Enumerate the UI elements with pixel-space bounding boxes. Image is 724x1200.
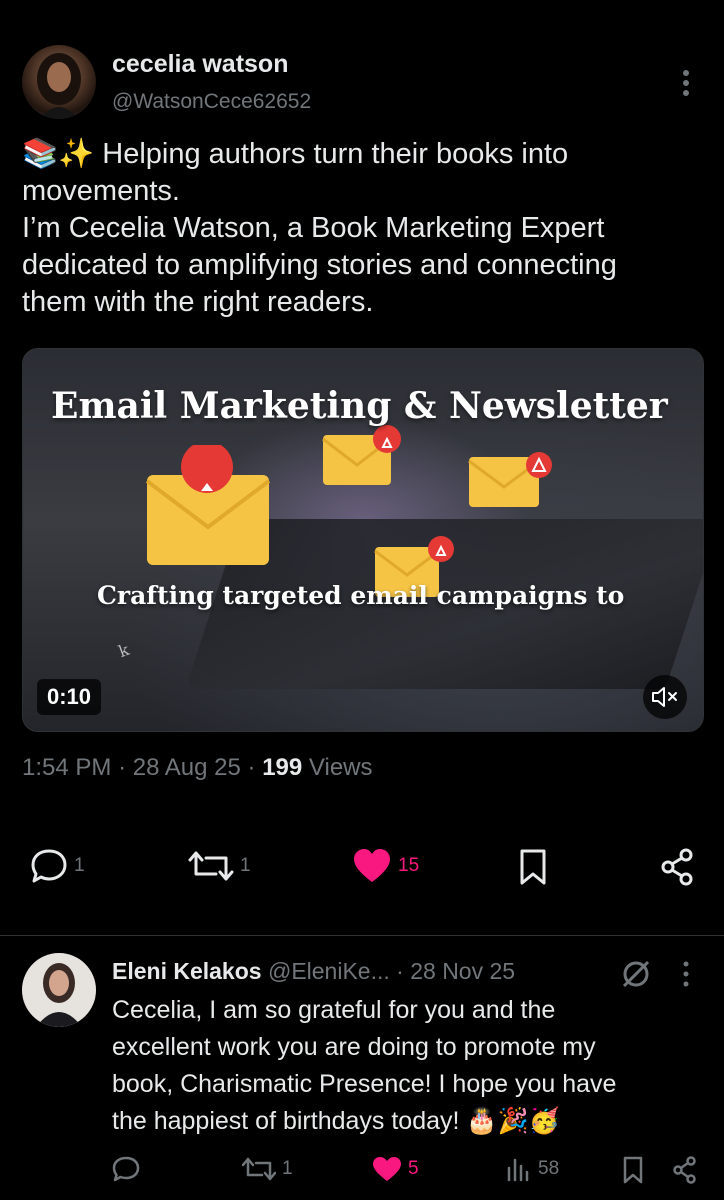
repost-icon xyxy=(242,1157,276,1181)
reply-text-line: excellent work you are doing to promote … xyxy=(112,1033,596,1061)
bookmark-icon xyxy=(623,1156,643,1184)
author-avatar[interactable] xyxy=(22,45,96,119)
reply-repost-button[interactable]: 1 xyxy=(242,1156,293,1182)
repost-icon xyxy=(188,851,234,881)
video-title: Email Marketing & Newsletter xyxy=(51,385,668,427)
repost-button[interactable]: 1 xyxy=(188,848,251,884)
post-text-line: 📚✨ Helping authors turn their books into xyxy=(22,138,569,170)
video-watermark: k xyxy=(116,639,132,662)
comment-bubble-icon xyxy=(31,849,67,883)
reply-text-line: the happiest of birthdays today! 🎂🎉🥳 xyxy=(112,1107,560,1135)
video-duration: 0:10 xyxy=(37,679,102,715)
avatar-portrait xyxy=(22,953,96,1027)
heart-filled-icon xyxy=(354,849,390,882)
meta-separator: · xyxy=(247,754,263,781)
video-player[interactable]: Email Marketing & Newsletter Crafting ta… xyxy=(22,348,704,732)
reply-views-button[interactable]: 58 xyxy=(506,1156,559,1182)
reply-repost-count: 1 xyxy=(282,1158,293,1179)
reply-author-avatar[interactable] xyxy=(22,953,96,1027)
reply-text-line: book, Charismatic Presence! I hope you h… xyxy=(112,1070,617,1098)
video-subtitle: Crafting targeted email campaigns to xyxy=(97,581,625,610)
reply-date[interactable]: 28 Nov 25 xyxy=(410,958,515,984)
meta-separator: · xyxy=(118,754,133,781)
post-text-line: dedicated to amplifying stories and conn… xyxy=(22,249,617,281)
post-text-line: I’m Cecelia Watson, a Book Marketing Exp… xyxy=(22,212,605,244)
reply-text: Cecelia, I am so grateful for you and th… xyxy=(112,992,702,1140)
more-dots-icon xyxy=(683,961,689,987)
reply-like-button[interactable]: 5 xyxy=(372,1156,419,1182)
post-text-line: them with the right readers. xyxy=(22,286,374,318)
reply-views-count: 58 xyxy=(538,1158,560,1179)
avatar-portrait xyxy=(37,53,81,119)
share-button[interactable] xyxy=(660,848,696,886)
bookmark-button[interactable] xyxy=(518,848,548,886)
reply-header: Eleni Kelakos @EleniKe... · 28 Nov 25 xyxy=(112,958,515,985)
like-button[interactable]: 15 xyxy=(352,848,419,884)
repost-count: 1 xyxy=(240,855,251,876)
envelope-icon xyxy=(322,425,401,485)
reply-like-count: 5 xyxy=(408,1158,419,1179)
post-text: 📚✨ Helping authors turn their books into… xyxy=(22,136,702,321)
meta-separator: · xyxy=(396,958,411,984)
speaker-muted-icon xyxy=(652,687,677,707)
envelope-icon xyxy=(468,452,552,507)
analytics-bars-icon xyxy=(507,1158,529,1182)
envelope-icon xyxy=(145,445,271,565)
grok-icon xyxy=(622,960,650,988)
reply-more-button[interactable] xyxy=(678,960,694,993)
reply-count: 1 xyxy=(74,855,85,876)
views-count: 199 xyxy=(262,754,303,781)
author-handle[interactable]: @WatsonCece62652 xyxy=(112,90,311,114)
reply-bookmark-button[interactable] xyxy=(622,1156,644,1184)
views-label: Views xyxy=(308,754,373,781)
reply-button[interactable]: 1 xyxy=(30,848,85,884)
divider xyxy=(0,935,724,936)
reply-author-handle[interactable]: @EleniKe... xyxy=(268,958,390,984)
like-count: 15 xyxy=(398,855,420,876)
bookmark-icon xyxy=(520,849,546,885)
grok-button[interactable] xyxy=(620,958,652,995)
post-date[interactable]: 28 Aug 25 xyxy=(133,754,241,781)
reply-author-name[interactable]: Eleni Kelakos xyxy=(112,958,262,984)
comment-bubble-icon xyxy=(112,1156,140,1182)
author-name[interactable]: cecelia watson xyxy=(112,50,288,79)
post-time[interactable]: 1:54 PM xyxy=(22,754,111,781)
more-options-button[interactable] xyxy=(676,68,696,98)
post-meta: 1:54 PM · 28 Aug 25 · 199 Views xyxy=(22,754,373,782)
share-icon xyxy=(673,1156,696,1184)
heart-filled-icon xyxy=(373,1157,401,1181)
reply-reply-button[interactable] xyxy=(112,1156,146,1182)
reply-text-line: Cecelia, I am so grateful for you and th… xyxy=(112,996,556,1024)
reply-share-button[interactable] xyxy=(672,1156,698,1184)
share-icon xyxy=(661,848,693,886)
mute-button[interactable] xyxy=(643,675,687,719)
post-text-line: movements. xyxy=(22,175,180,207)
more-dots-icon xyxy=(683,70,689,96)
